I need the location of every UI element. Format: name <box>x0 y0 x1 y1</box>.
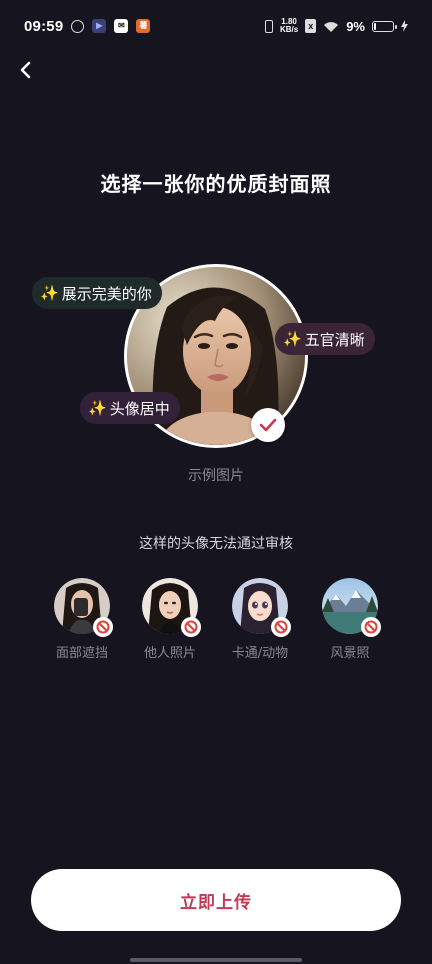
rejected-item: 卡通/动物 <box>220 578 300 662</box>
app-icon-1 <box>71 19 85 33</box>
upload-button[interactable]: 立即上传 <box>31 869 401 931</box>
tag-show-perfect: ✨ 展示完美的你 <box>32 277 162 309</box>
sparkle-icon: ✨ <box>283 330 302 348</box>
rejected-examples: 面部遮挡 他人照片 卡通/动物 风景照 <box>0 578 432 662</box>
tag-label: 五官清晰 <box>304 330 365 349</box>
rejected-thumbnail <box>322 578 381 637</box>
tag-label: 头像居中 <box>109 399 170 418</box>
battery-fill <box>374 22 376 30</box>
page-title: 选择一张你的优质封面照 <box>100 172 332 196</box>
status-bar: 09:59 ▶ ✉ 薯 1.80 KB/s x 9% <box>0 0 432 52</box>
network-speed: 1.80 KB/s <box>280 18 298 34</box>
check-icon <box>259 418 277 432</box>
rejected-badge <box>271 617 291 637</box>
no-entry-icon <box>364 620 378 634</box>
rejected-item: 他人照片 <box>130 578 210 662</box>
rejected-thumbnail <box>54 578 113 637</box>
wifi-icon <box>324 21 339 32</box>
rejected-title: 这样的头像无法通过审核 <box>139 536 293 552</box>
no-entry-icon <box>96 620 110 634</box>
example-caption: 示例图片 <box>188 468 244 484</box>
sim-off-icon: x <box>305 19 317 33</box>
mail-icon: ✉ <box>114 19 129 33</box>
rejected-item: 风景照 <box>310 578 390 662</box>
charging-icon <box>401 20 408 32</box>
chevron-left-icon <box>20 61 31 79</box>
back-button[interactable] <box>14 58 38 82</box>
approved-badge <box>251 408 285 442</box>
sparkle-icon: ✨ <box>88 399 107 417</box>
rejected-label: 他人照片 <box>143 646 196 661</box>
rejected-label: 面部遮挡 <box>55 646 108 661</box>
rejected-label: 卡通/动物 <box>231 646 289 661</box>
no-entry-icon <box>184 620 198 634</box>
rejected-badge <box>181 617 201 637</box>
rejected-label: 风景照 <box>330 646 370 661</box>
home-indicator[interactable] <box>130 958 302 962</box>
rejected-badge <box>93 617 113 637</box>
status-time: 09:59 <box>24 17 64 35</box>
no-entry-icon <box>274 620 288 634</box>
tag-label: 展示完美的你 <box>61 284 152 303</box>
rejected-item: 面部遮挡 <box>42 578 122 662</box>
app-icon-4: 薯 <box>136 19 151 33</box>
network-speed-unit: KB/s <box>279 25 299 34</box>
sparkle-icon: ✨ <box>40 284 59 302</box>
tag-clear-features: ✨ 五官清晰 <box>275 323 375 355</box>
battery-percent: 9% <box>346 18 365 34</box>
app-icon-2: ▶ <box>92 19 107 33</box>
rejected-thumbnail <box>232 578 291 637</box>
rejected-badge <box>361 617 381 637</box>
vibrate-icon <box>264 19 273 33</box>
tag-centered: ✨ 头像居中 <box>80 392 180 424</box>
rejected-thumbnail <box>142 578 201 637</box>
battery-icon <box>372 20 397 32</box>
